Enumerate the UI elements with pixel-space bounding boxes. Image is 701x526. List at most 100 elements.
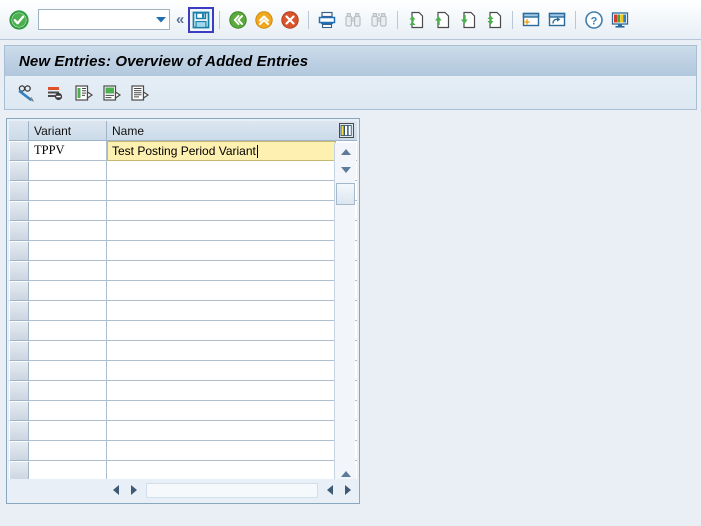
cell-variant[interactable]: [29, 381, 107, 401]
row-selector[interactable]: [9, 201, 29, 221]
row-selector[interactable]: [9, 161, 29, 181]
table-row[interactable]: [9, 321, 357, 341]
table-row[interactable]: [9, 201, 357, 221]
grid-horizontal-scrollbar[interactable]: [9, 479, 357, 501]
cell-variant[interactable]: [29, 401, 107, 421]
table-row[interactable]: [9, 261, 357, 281]
cell-name[interactable]: [107, 241, 336, 261]
row-selector[interactable]: [9, 381, 29, 401]
create-session-button[interactable]: [518, 7, 544, 33]
table-row[interactable]: [9, 401, 357, 421]
cell-variant[interactable]: [29, 261, 107, 281]
row-selector[interactable]: [9, 221, 29, 241]
table-row[interactable]: [9, 441, 357, 461]
cell-variant[interactable]: [29, 201, 107, 221]
table-row[interactable]: [9, 361, 357, 381]
table-row[interactable]: [9, 461, 357, 479]
cell-name[interactable]: [107, 441, 336, 461]
row-selector[interactable]: [9, 241, 29, 261]
cell-name[interactable]: [107, 281, 336, 301]
cell-variant[interactable]: TPPV: [29, 141, 107, 161]
command-input[interactable]: [39, 12, 153, 27]
cell-name[interactable]: [107, 161, 336, 181]
table-row[interactable]: [9, 421, 357, 441]
hscroll-right-button[interactable]: [125, 482, 143, 499]
table-row[interactable]: [9, 241, 357, 261]
chevron-down-icon[interactable]: [153, 11, 169, 28]
hscroll-left-button[interactable]: [107, 482, 125, 499]
copy-as-button[interactable]: [71, 81, 97, 105]
row-selector[interactable]: [9, 341, 29, 361]
table-row[interactable]: [9, 161, 357, 181]
table-row[interactable]: [9, 301, 357, 321]
cell-variant[interactable]: [29, 241, 107, 261]
column-header-name[interactable]: Name: [107, 121, 336, 141]
row-selector[interactable]: [9, 141, 29, 161]
hscroll-page-left-button[interactable]: [321, 482, 339, 499]
cell-variant[interactable]: [29, 341, 107, 361]
new-entries-button[interactable]: [43, 81, 69, 105]
row-selector[interactable]: [9, 421, 29, 441]
collapse-chevron-icon[interactable]: «: [176, 12, 184, 27]
customize-layout-button[interactable]: [607, 7, 633, 33]
row-selector[interactable]: [9, 461, 29, 479]
cell-name[interactable]: [107, 421, 336, 441]
row-selector[interactable]: [9, 281, 29, 301]
save-button[interactable]: [188, 6, 215, 33]
cell-name[interactable]: Test Posting Period Variant: [107, 141, 336, 161]
cell-variant[interactable]: [29, 461, 107, 479]
cell-name[interactable]: [107, 361, 336, 381]
scroll-thumb[interactable]: [335, 183, 355, 205]
cell-name[interactable]: [107, 341, 336, 361]
row-selector[interactable]: [9, 181, 29, 201]
delete-button[interactable]: [99, 81, 125, 105]
next-page-button[interactable]: [455, 7, 481, 33]
cell-name[interactable]: [107, 401, 336, 421]
column-header-variant[interactable]: Variant: [29, 121, 107, 141]
row-selector[interactable]: [9, 361, 29, 381]
cell-name[interactable]: [107, 301, 336, 321]
create-shortcut-button[interactable]: [544, 7, 570, 33]
cell-name[interactable]: [107, 181, 336, 201]
table-row[interactable]: [9, 381, 357, 401]
cell-name[interactable]: [107, 221, 336, 241]
cell-variant[interactable]: [29, 321, 107, 341]
cell-variant[interactable]: [29, 421, 107, 441]
row-selector[interactable]: [9, 321, 29, 341]
first-page-button[interactable]: [403, 7, 429, 33]
row-selector[interactable]: [9, 401, 29, 421]
cell-variant[interactable]: [29, 181, 107, 201]
exit-button[interactable]: [251, 7, 277, 33]
undo-change-button[interactable]: [127, 81, 153, 105]
cancel-button[interactable]: [277, 7, 303, 33]
table-row[interactable]: [9, 221, 357, 241]
cell-variant[interactable]: [29, 301, 107, 321]
enter-button[interactable]: [6, 7, 32, 33]
select-all-header[interactable]: [9, 121, 29, 141]
cell-variant[interactable]: [29, 221, 107, 241]
row-selector[interactable]: [9, 261, 29, 281]
table-row[interactable]: [9, 181, 357, 201]
grid-vertical-scrollbar[interactable]: [334, 143, 356, 501]
last-page-button[interactable]: [481, 7, 507, 33]
table-row[interactable]: [9, 341, 357, 361]
cell-name[interactable]: [107, 321, 336, 341]
cell-variant[interactable]: [29, 161, 107, 181]
help-button[interactable]: ?: [581, 7, 607, 33]
cell-name[interactable]: [107, 381, 336, 401]
display-change-button[interactable]: [15, 81, 41, 105]
cell-name[interactable]: [107, 201, 336, 221]
previous-page-button[interactable]: [429, 7, 455, 33]
table-row[interactable]: [9, 281, 357, 301]
row-selector[interactable]: [9, 441, 29, 461]
cell-variant[interactable]: [29, 361, 107, 381]
cell-name[interactable]: [107, 461, 336, 479]
hscroll-page-right-button[interactable]: [339, 482, 357, 499]
find-next-button[interactable]: [366, 7, 392, 33]
scroll-up-button[interactable]: [335, 143, 356, 161]
row-selector[interactable]: [9, 301, 29, 321]
column-settings-button[interactable]: [336, 121, 357, 141]
find-button[interactable]: [340, 7, 366, 33]
cell-name[interactable]: [107, 261, 336, 281]
table-row[interactable]: TPPV Test Posting Period Variant: [9, 141, 357, 161]
